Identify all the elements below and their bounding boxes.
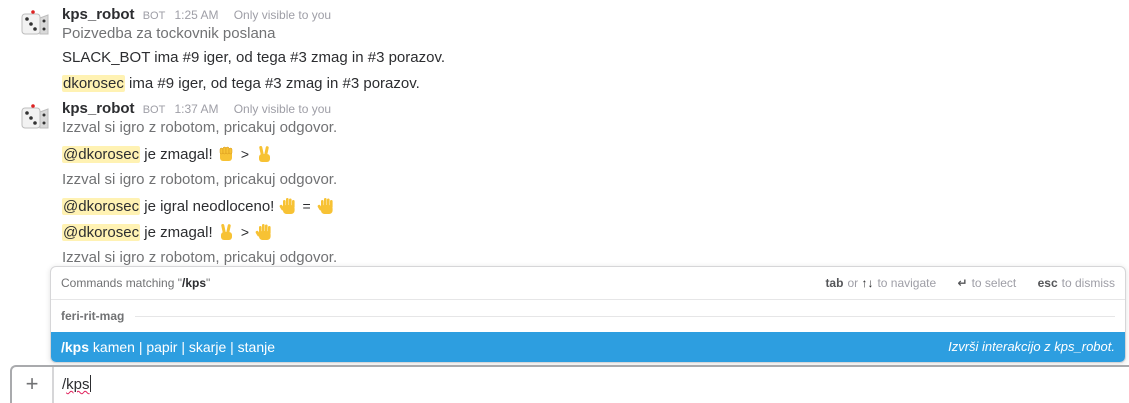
hint-select: to select [971, 276, 1017, 290]
matching-prefix: Commands matching " [61, 276, 182, 290]
timestamp[interactable]: 1:25 AM [174, 8, 218, 22]
hint-navigate: to navigate [877, 276, 937, 290]
typed-text: kps [66, 376, 90, 393]
hint-dismiss: to dismiss [1061, 276, 1115, 290]
arrow-keys-icon: ↑↓ [861, 276, 874, 290]
message-line: @dkorosec je igral neodloceno! = [62, 193, 1129, 219]
command-group-header: feri-rit-mag [51, 300, 1125, 332]
message-line: Poizvedba za tockovnik poslana [62, 25, 276, 42]
bot-badge: BOT [142, 104, 166, 116]
message-line: Izzval si igro z robotom, pricakuj odgov… [62, 119, 338, 136]
group-divider [135, 316, 1115, 317]
visibility-note: Only visible to you [233, 8, 332, 22]
operator: = [302, 198, 311, 214]
raised-hand-emoji [255, 224, 271, 240]
tab-key: tab [825, 276, 844, 290]
command-option-kps[interactable]: /kps kamen | papir | skarje | stanje Izv… [51, 332, 1125, 362]
message-line: @dkorosec je zmagal! > [62, 141, 1129, 167]
timestamp[interactable]: 1:37 AM [174, 102, 218, 116]
operator: > [240, 146, 249, 162]
operator: > [240, 224, 249, 240]
message-text: je igral neodloceno! [140, 198, 275, 215]
command-description: Izvrši interakcijo z kps_robot. [948, 339, 1115, 354]
esc-key: esc [1037, 276, 1058, 290]
enter-key-icon: ↵ [957, 276, 968, 290]
message-composer[interactable]: + /kps [10, 365, 1129, 403]
raised-hand-emoji [278, 198, 295, 214]
author-name[interactable]: kps_robot [62, 100, 135, 117]
user-mention[interactable]: @dkorosec [62, 146, 141, 163]
message-line: dkorosec ima #9 iger, od tega #3 zmag in… [62, 71, 1129, 97]
text-caret [89, 375, 91, 392]
message-input[interactable]: /kps [62, 375, 91, 393]
victory-hand-emoji [220, 223, 232, 240]
popup-header: Commands matching "/kps" tab or ↑↓ to navi… [51, 267, 1125, 300]
keyboard-hints: tab or ↑↓ to navigate ↵ to select esc to dis… [825, 267, 1115, 300]
visibility-note: Only visible to you [233, 102, 332, 116]
dice-icon[interactable] [19, 9, 51, 41]
matching-suffix: " [206, 276, 211, 290]
user-mention[interactable]: @dkorosec [62, 198, 141, 215]
message-line: SLACK_BOT ima #9 iger, od tega #3 zmag i… [62, 49, 445, 66]
message-text: je zmagal! [140, 146, 213, 163]
group-label: feri-rit-mag [61, 309, 125, 323]
dice-icon[interactable] [19, 103, 51, 135]
fist-emoji [219, 146, 233, 162]
command-args: kamen | papir | skarje | stanje [92, 339, 276, 355]
hint-or: or [847, 276, 859, 290]
victory-hand-emoji [258, 145, 270, 162]
message-text: je zmagal! [140, 224, 213, 241]
bot-badge: BOT [142, 10, 166, 22]
command-autocomplete-popup: Commands matching "/kps" tab or ↑↓ to navi… [50, 266, 1126, 363]
user-mention[interactable]: dkorosec [62, 75, 125, 92]
author-name[interactable]: kps_robot [62, 6, 135, 23]
message-line: @dkorosec je zmagal! > [62, 219, 1129, 245]
message-line: Izzval si igro z robotom, pricakuj odgov… [62, 171, 338, 188]
message-header: kps_robot BOT 1:37 AM Only visible to yo… [62, 99, 1129, 119]
message-text: ima #9 iger, od tega #3 zmag in #3 poraz… [124, 75, 420, 92]
command-name: /kps [61, 339, 90, 355]
user-mention[interactable]: @dkorosec [62, 224, 141, 241]
matching-query: /kps [181, 276, 206, 290]
message-header: kps_robot BOT 1:25 AM Only visible to yo… [62, 5, 1129, 25]
add-attachment-button[interactable]: + [12, 367, 54, 403]
raised-hand-emoji [316, 198, 333, 214]
